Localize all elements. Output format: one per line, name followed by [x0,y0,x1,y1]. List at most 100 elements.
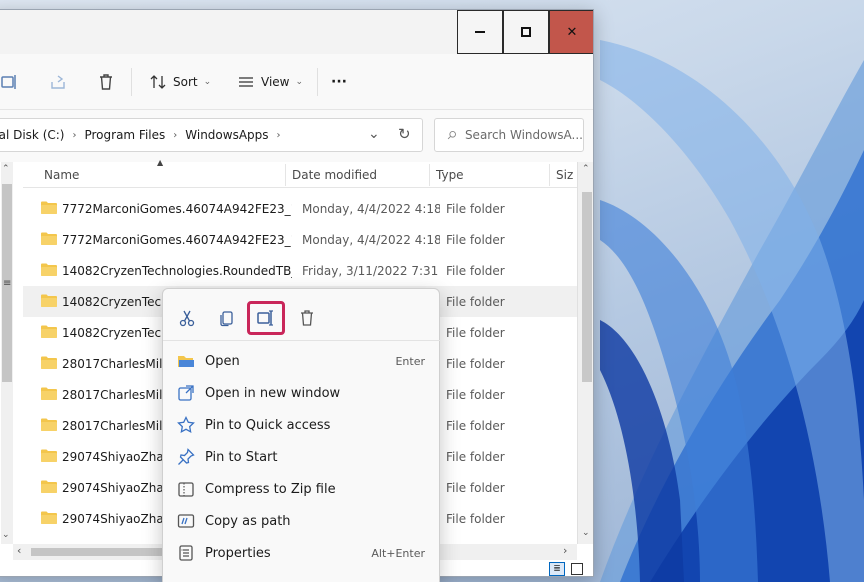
folder-icon [41,294,57,307]
scroll-left-icon[interactable]: ‹ [17,544,21,557]
column-header-size[interactable]: Siz [556,168,573,182]
folder-icon [41,263,57,276]
sort-label: Sort [173,75,198,89]
open-new-window-icon [178,385,194,401]
address-row: cal Disk (C:) › Program Files › WindowsA… [0,110,593,162]
table-row[interactable]: 7772MarconiGomes.46074A942FE23_1.8.3... … [23,224,577,255]
breadcrumb-local-disk[interactable]: cal Disk (C:) [0,128,64,142]
cut-button[interactable] [169,303,205,333]
delete-button[interactable] [97,70,115,94]
chevron-down-icon: ⌄ [295,77,304,87]
date-modified: Monday, 4/4/2022 4:18... [302,232,440,247]
menu-item-properties[interactable]: Properties Alt+Enter [163,537,441,569]
rename-icon [257,310,273,326]
context-menu-toolbar [163,289,441,341]
file-type: File folder [446,511,505,526]
column-header-type[interactable]: Type [436,168,464,182]
details-view-icon[interactable]: ≣ [549,562,565,576]
pane-resize-grip[interactable]: ≡ [3,278,11,289]
breadcrumb-program-files[interactable]: Program Files [84,128,165,142]
menu-item-open[interactable]: Open Enter [163,345,441,377]
menu-item-pin-quick-access[interactable]: Pin to Quick access [163,409,441,441]
scroll-down-icon[interactable]: ⌄ [2,530,10,540]
file-type: File folder [446,418,505,433]
column-header-name[interactable]: Name [44,168,79,182]
close-icon: ✕ [566,24,578,40]
tiles-view-icon[interactable] [571,563,583,575]
search-box[interactable]: Search WindowsA... [434,118,584,152]
star-icon [177,416,195,434]
menu-item-compress-zip[interactable]: Compress to Zip file [163,473,441,505]
file-name: 7772MarconiGomes.46074A942FE23_1.8.3... [62,201,292,216]
folder-icon [41,356,57,369]
table-row[interactable]: 7772MarconiGomes.46074A942FE23_1.8.3... … [23,193,577,224]
menu-item-pin-start[interactable]: Pin to Start [163,441,441,473]
properties-icon [179,545,193,561]
folder-icon [41,480,57,493]
share-icon [51,75,65,89]
separator [131,68,132,96]
menu-item-label: Pin to Quick access [205,417,331,433]
table-row[interactable]: 14082CryzenTechnologies.RoundedTB_1.... … [23,255,577,286]
folder-icon [41,418,57,431]
scroll-up-icon[interactable]: ⌃ [2,164,10,174]
column-divider[interactable] [549,164,550,186]
address-bar[interactable]: cal Disk (C:) › Program Files › WindowsA… [0,118,423,152]
close-button[interactable]: ✕ [549,10,593,54]
folder-open-icon [178,356,194,367]
chevron-right-icon: › [276,129,281,141]
address-history-dropdown[interactable]: ⌄ [368,126,380,142]
breadcrumb-windowsapps[interactable]: WindowsApps [185,128,268,142]
command-bar: Sort ⌄ View ⌄ ··· [0,54,593,110]
share-button[interactable] [49,70,67,94]
more-icon: ··· [331,74,347,90]
file-type: File folder [446,387,505,402]
rename-icon [1,75,16,89]
zip-icon [178,482,194,497]
menu-item-open-new-window[interactable]: Open in new window [163,377,441,409]
view-icon [239,77,253,87]
sort-button[interactable]: Sort ⌄ [149,70,211,94]
title-bar[interactable]: ✕ [0,10,593,54]
folder-icon [41,325,57,338]
scroll-down-icon[interactable]: ⌄ [582,528,590,538]
scroll-up-icon[interactable]: ⌃ [582,164,590,174]
view-button[interactable]: View ⌄ [237,70,303,94]
scrollbar-thumb[interactable] [582,192,592,382]
menu-item-label: Properties [205,545,271,561]
file-type: File folder [446,294,505,309]
refresh-icon[interactable]: ↻ [398,125,411,143]
file-type: File folder [446,480,505,495]
rename-button[interactable] [247,301,285,335]
folder-icon [41,201,57,214]
file-name: 7772MarconiGomes.46074A942FE23_1.8.3... [62,232,292,247]
column-divider[interactable] [285,164,286,186]
file-name: 14082CryzenTechnologies.RoundedTB_1.... [62,263,292,278]
chevron-right-icon: › [72,129,77,141]
delete-button[interactable] [289,303,325,333]
column-header-date-modified[interactable]: Date modified [292,168,377,182]
trash-icon [301,310,313,326]
vertical-scrollbar[interactable]: ⌃ ⌄ [577,162,593,544]
separator [317,68,318,96]
trash-icon [100,74,112,90]
rename-button[interactable] [1,70,19,94]
scroll-right-icon[interactable]: › [563,544,567,557]
menu-item-label: Pin to Start [205,449,278,465]
copy-icon [220,311,233,327]
maximize-button[interactable] [503,10,549,54]
column-divider[interactable] [429,164,430,186]
date-modified: Monday, 4/4/2022 4:18... [302,201,440,216]
navigation-pane-scrollbar[interactable]: ⌃ ≡ ⌄ [1,162,13,544]
folder-icon [41,387,57,400]
minimize-button[interactable] [457,10,503,54]
copy-button[interactable] [209,303,245,333]
more-options-button[interactable]: ··· [331,70,347,94]
sort-indicator-icon: ▲ [157,158,164,167]
menu-item-label: Open in new window [205,385,341,401]
folder-icon [41,232,57,245]
copy-path-icon [177,514,195,528]
column-header-row: ▲ Name Date modified Type Siz [23,158,577,188]
menu-item-copy-path[interactable]: Copy as path [163,505,441,537]
context-menu: Open Enter Open in new window Pin to Qui… [162,288,441,582]
